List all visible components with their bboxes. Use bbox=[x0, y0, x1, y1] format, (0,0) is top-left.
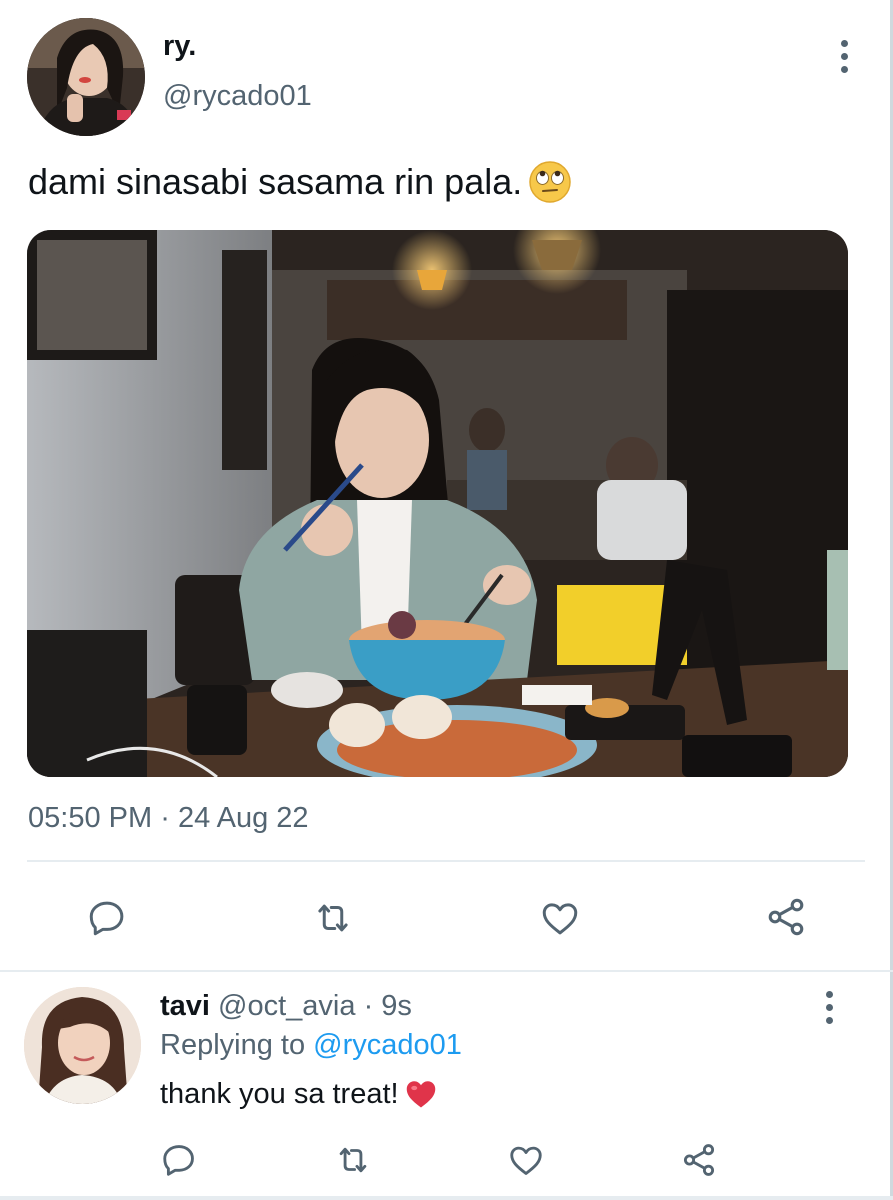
rolling-eyes-emoji-icon bbox=[529, 161, 571, 203]
reply-author-name[interactable]: tavi bbox=[160, 990, 210, 1022]
heart-icon bbox=[542, 903, 578, 935]
retweet-button[interactable] bbox=[308, 896, 358, 940]
divider bbox=[0, 1196, 893, 1200]
reply-icon bbox=[163, 1145, 194, 1176]
tweet-text-row: dami sinasabi sasama rin pala. bbox=[28, 160, 572, 204]
tweet-date: 24 Aug 22 bbox=[177, 802, 309, 834]
reply-text: thank you sa treat! bbox=[160, 1077, 399, 1110]
like-button[interactable] bbox=[537, 895, 583, 941]
author-name[interactable]: ry. bbox=[163, 30, 196, 63]
reply-icon bbox=[89, 901, 124, 936]
reply-avatar-image bbox=[24, 987, 141, 1104]
reply-retweet-button[interactable] bbox=[330, 1140, 376, 1180]
timestamp-separator: · bbox=[160, 802, 170, 834]
share-icon bbox=[683, 1144, 715, 1176]
replying-to-label: Replying to bbox=[160, 1029, 306, 1061]
tweet-timestamp[interactable]: 05:50 PM · 24 Aug 22 bbox=[28, 802, 309, 835]
replying-to-line: Replying to @rycado01 bbox=[160, 1029, 462, 1062]
reply-reply-button[interactable] bbox=[158, 1140, 200, 1180]
retweet-icon bbox=[318, 904, 348, 932]
red-heart-emoji-icon bbox=[406, 1081, 435, 1108]
reply-more-options-icon[interactable] bbox=[819, 987, 839, 1027]
reply-share-button[interactable] bbox=[678, 1140, 720, 1180]
tweet-photo[interactable] bbox=[27, 230, 848, 777]
tweet-text: dami sinasabi sasama rin pala. bbox=[28, 161, 523, 202]
reply-age[interactable]: 9s bbox=[381, 990, 412, 1022]
retweet-icon bbox=[339, 1147, 367, 1173]
author-handle[interactable]: @rycado01 bbox=[163, 80, 312, 113]
reply-like-button[interactable] bbox=[505, 1140, 547, 1180]
restaurant-photo-image bbox=[27, 230, 848, 777]
divider bbox=[0, 970, 893, 972]
more-options-icon[interactable] bbox=[834, 36, 854, 76]
reply-text-row: thank you sa treat! bbox=[160, 1076, 439, 1112]
author-avatar[interactable] bbox=[27, 18, 145, 136]
reply-author-handle[interactable]: @oct_avia bbox=[218, 990, 355, 1022]
divider bbox=[27, 860, 865, 862]
reply-separator: · bbox=[363, 990, 374, 1022]
share-button[interactable] bbox=[763, 894, 809, 940]
author-avatar-image bbox=[27, 18, 145, 136]
share-icon bbox=[768, 898, 804, 936]
reply-header: tavi @oct_avia · 9s bbox=[160, 990, 412, 1023]
heart-icon bbox=[510, 1146, 542, 1175]
tweet-time: 05:50 PM bbox=[28, 802, 153, 834]
reply-button[interactable] bbox=[84, 896, 130, 940]
reply-author-avatar[interactable] bbox=[24, 987, 141, 1104]
replying-to-mention[interactable]: @rycado01 bbox=[313, 1029, 462, 1061]
